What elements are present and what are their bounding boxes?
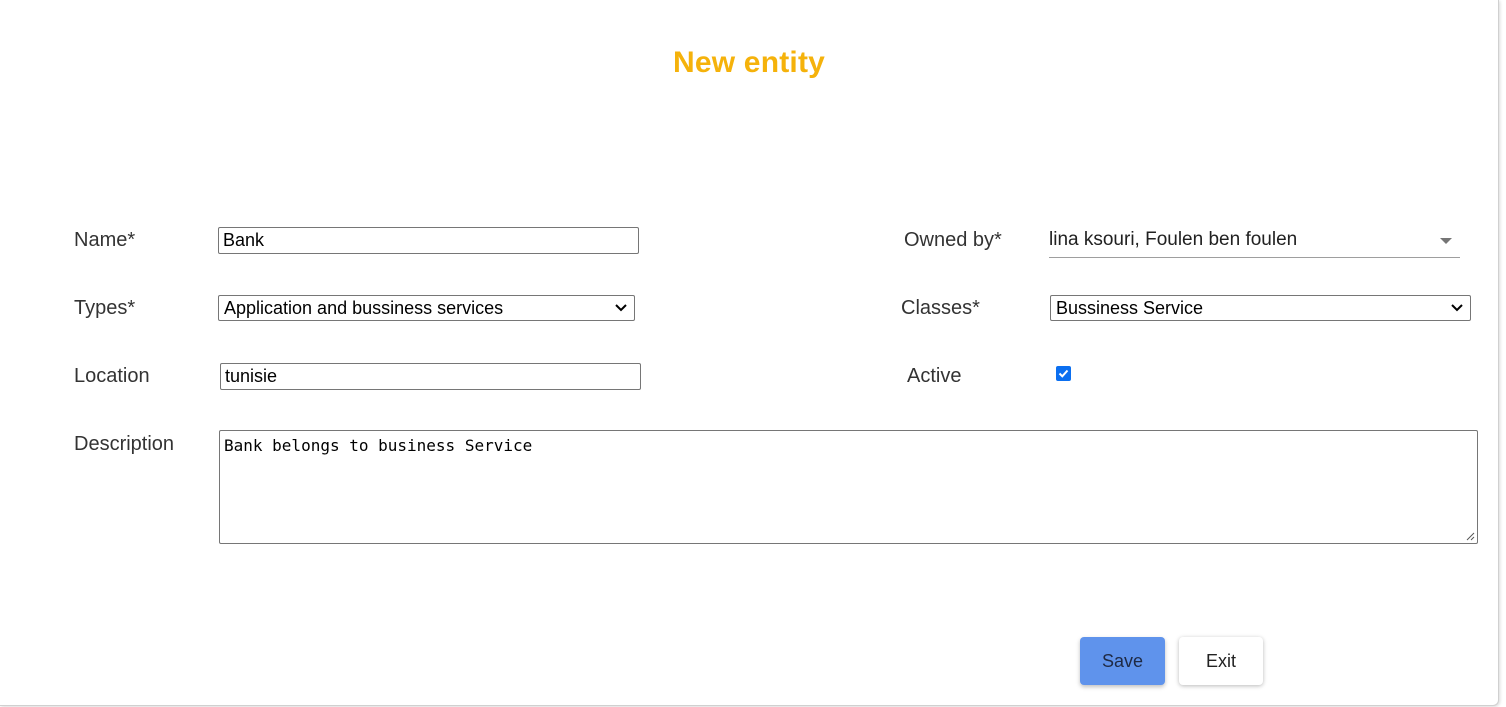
owned-by-selected-value: lina ksouri, Foulen ben foulen [1049, 229, 1298, 250]
active-label: Active [907, 365, 962, 387]
types-select[interactable]: Application and bussiness services [218, 295, 635, 321]
classes-label: Classes* [901, 297, 980, 319]
location-input[interactable] [220, 363, 641, 390]
resize-grip-icon[interactable] [1465, 531, 1475, 541]
dropdown-arrow-icon [1440, 238, 1452, 244]
dialog-title: New entity [672, 46, 826, 79]
types-label: Types* [74, 297, 136, 319]
new-entity-dialog: New entity Name* Types* Application and … [0, 0, 1499, 706]
active-checkbox[interactable] [1056, 366, 1071, 381]
chevron-down-icon [1451, 304, 1463, 312]
name-input[interactable] [218, 227, 639, 254]
classes-selected-value: Bussiness Service [1056, 298, 1204, 318]
name-label: Name* [74, 229, 136, 251]
classes-select[interactable]: Bussiness Service [1050, 295, 1471, 321]
checkmark-icon [1058, 369, 1069, 378]
owned-by-select[interactable]: lina ksouri, Foulen ben foulen [1049, 228, 1460, 258]
exit-button[interactable]: Exit [1179, 637, 1263, 685]
chevron-down-icon [615, 304, 627, 312]
types-selected-value: Application and bussiness services [224, 298, 504, 318]
save-button[interactable]: Save [1080, 637, 1165, 685]
owned-by-label: Owned by* [904, 229, 1002, 251]
location-label: Location [74, 365, 150, 387]
description-text: Bank belongs to business Service [224, 436, 533, 455]
description-label: Description [74, 433, 175, 455]
description-textarea[interactable]: Bank belongs to business Service [219, 430, 1478, 544]
